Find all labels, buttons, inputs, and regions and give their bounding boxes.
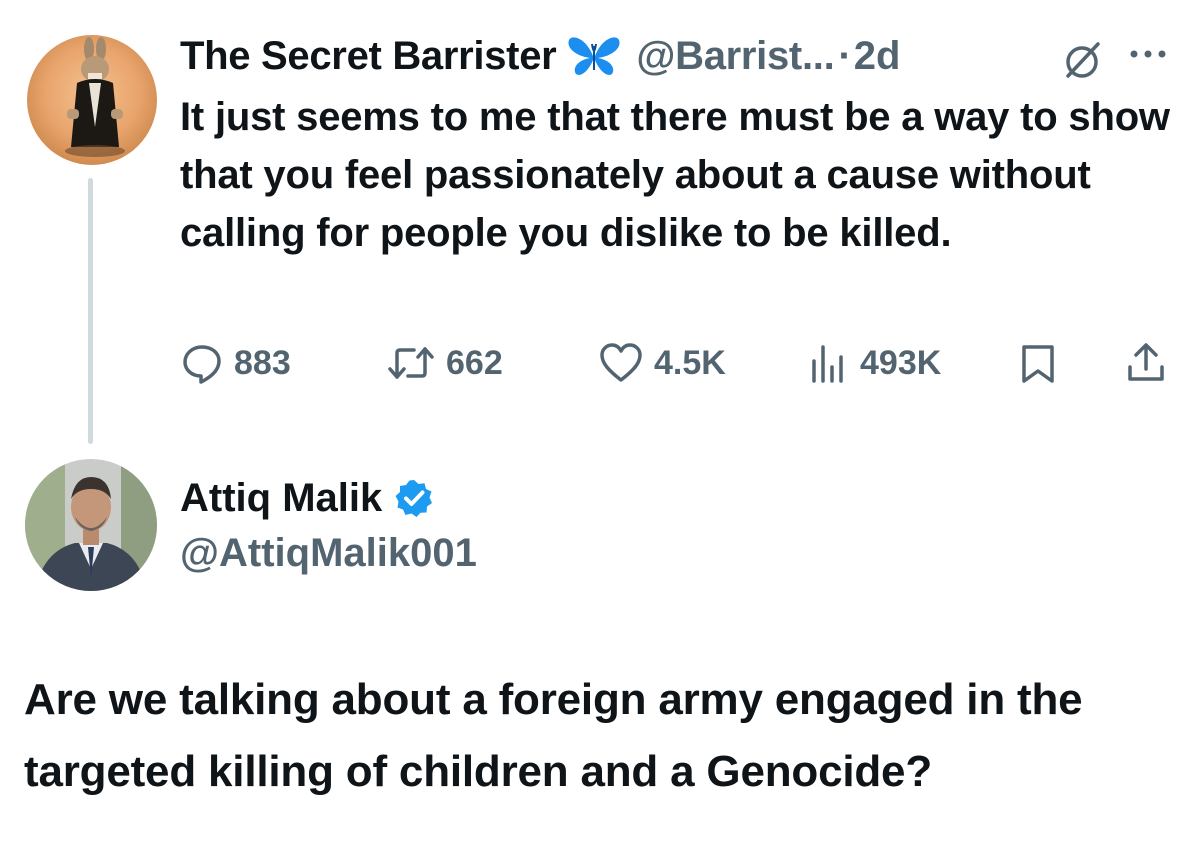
share-button[interactable] xyxy=(1124,338,1168,388)
reply-icon xyxy=(183,345,221,384)
thread-connector-line xyxy=(88,178,93,444)
reply-author-row: Attiq Malik xyxy=(180,470,434,526)
avatar-attiq-malik[interactable] xyxy=(25,459,157,591)
reply-author-name[interactable]: Attiq Malik xyxy=(180,476,382,521)
reply-button[interactable]: 883 xyxy=(180,338,291,388)
reply-count: 883 xyxy=(234,343,291,382)
views-button[interactable]: 493K xyxy=(806,338,941,388)
reply-author-handle[interactable]: @AttiqMalik001 xyxy=(180,526,477,580)
heart-icon xyxy=(600,343,642,382)
tweet-text: It just seems to me that there must be a… xyxy=(180,95,1170,255)
views-count: 493K xyxy=(860,343,942,382)
grok-icon[interactable] xyxy=(1060,38,1104,82)
share-icon xyxy=(1128,343,1164,381)
bookmark-button[interactable] xyxy=(1018,338,1058,388)
like-button[interactable]: 4.5K xyxy=(598,338,726,388)
author-name[interactable]: The Secret Barrister xyxy=(180,34,557,79)
author-handle[interactable]: @Barrist... xyxy=(636,34,834,79)
tweet-action-bar: 883 662 4.5K 493K xyxy=(180,338,1180,388)
repost-button[interactable]: 662 xyxy=(386,338,503,388)
reply-tweet-text: Are we talking about a foreign army enga… xyxy=(24,675,1083,796)
repost-icon xyxy=(388,347,434,379)
separator-dot: · xyxy=(838,33,852,78)
avatar-secret-barrister[interactable] xyxy=(27,35,157,165)
more-options-icon[interactable] xyxy=(1128,44,1172,64)
like-count: 4.5K xyxy=(654,343,726,382)
verified-badge-icon[interactable] xyxy=(394,478,434,518)
butterfly-icon xyxy=(566,34,622,78)
bookmark-icon xyxy=(1022,345,1054,383)
tweet-thread-screenshot: The Secret Barrister @Barrist... · 2d It… xyxy=(0,0,1200,866)
tweet-header: The Secret Barrister @Barrist... · 2d xyxy=(180,28,1180,84)
repost-count: 662 xyxy=(446,343,503,382)
views-chart-icon xyxy=(812,345,843,383)
tweet-timestamp[interactable]: 2d xyxy=(854,34,901,79)
